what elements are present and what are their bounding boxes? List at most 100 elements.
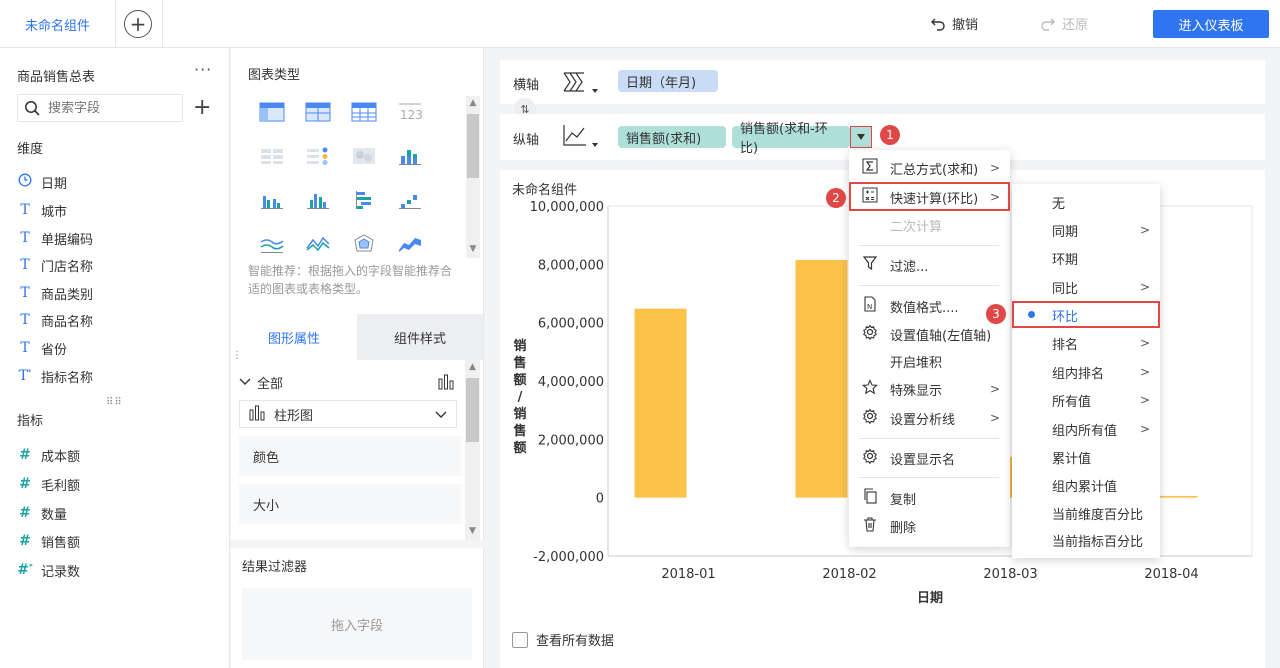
size-property[interactable]: 大小 <box>239 484 461 524</box>
property-scrollbar[interactable]: ▲ ▼ <box>465 360 480 540</box>
area-line-icon[interactable] <box>249 228 295 260</box>
property-tabs: 图形属性 组件样式 <box>231 314 484 360</box>
pill-dropdown-button[interactable] <box>850 126 872 148</box>
text-table-icon[interactable] <box>249 140 295 172</box>
field-city[interactable]: T 城市 <box>17 198 67 222</box>
y-axis-sales-mom-pill[interactable]: 销售额(求和-环比) <box>732 122 850 156</box>
quick-calc-prev-period[interactable]: 环期 <box>1012 244 1160 272</box>
x-axis-date-pill[interactable]: 日期（年月) <box>618 70 718 92</box>
redo-button[interactable]: 还原 <box>1040 14 1088 33</box>
chart-type-scrollbar[interactable]: ▲ ▼ <box>466 96 480 258</box>
checkbox-box[interactable] <box>512 631 528 648</box>
scrollbar-thumb[interactable] <box>467 114 479 178</box>
svg-text:123: 123 <box>400 108 423 122</box>
field-doc-code[interactable]: T 单据编码 <box>17 226 93 250</box>
menu-delete[interactable]: 删除 <box>849 512 1010 540</box>
table-group-icon[interactable] <box>249 96 295 128</box>
field-cost[interactable]: # 成本额 <box>17 443 80 467</box>
dot-table-icon[interactable] <box>295 140 341 172</box>
field-product-name[interactable]: T 商品名称 <box>17 308 93 332</box>
menu-aggregation[interactable]: 汇总方式(求和) > <box>849 154 1010 182</box>
more-icon[interactable]: ··· <box>194 60 212 79</box>
field-date[interactable]: 日期 <box>17 170 67 194</box>
add-field-button[interactable]: + <box>193 94 211 122</box>
undo-button[interactable]: 撤销 <box>930 14 978 33</box>
menu-label: 排名 <box>1052 337 1079 353</box>
radar-icon[interactable] <box>341 228 387 260</box>
menu-analysis-line[interactable]: 设置分析线 > <box>849 404 1010 432</box>
line-chart-icon[interactable] <box>295 228 341 260</box>
stacked-bar-icon[interactable] <box>387 140 433 172</box>
menu-filter[interactable]: 过滤... <box>849 251 1010 279</box>
filter-drop-zone[interactable]: 拖入字段 <box>242 588 472 660</box>
scroll-up-icon[interactable]: ▲ <box>465 362 480 372</box>
scroll-down-icon[interactable]: ▼ <box>465 526 480 536</box>
menu-label: 开启堆积 <box>890 355 943 371</box>
resize-handle[interactable]: ⠿⠿ <box>106 397 123 408</box>
all-series-row[interactable]: 全部 <box>239 370 457 394</box>
menu-value-axis[interactable]: 设置值轴(左值轴) <box>849 320 1010 348</box>
menu-label: 数值格式.... <box>890 300 959 316</box>
field-store-name[interactable]: T 门店名称 <box>17 253 93 277</box>
field-sales[interactable]: # 销售额 <box>17 529 80 553</box>
menu-display-name[interactable]: 设置显示名 <box>849 444 1010 472</box>
menu-copy[interactable]: 复制 <box>849 484 1010 512</box>
clock-icon <box>17 173 33 191</box>
chevron-down-icon <box>434 405 448 427</box>
scroll-up-icon[interactable]: ▲ <box>466 98 480 108</box>
kpi-number-icon[interactable]: 123 <box>387 96 433 128</box>
sigma-icon <box>861 158 879 178</box>
color-property[interactable]: 颜色 <box>239 436 461 476</box>
y-axis-sales-sum-pill[interactable]: 销售额(求和) <box>618 126 726 148</box>
table-detail-icon[interactable] <box>295 96 341 128</box>
horizontal-bar-icon[interactable] <box>341 184 387 216</box>
search-input[interactable] <box>48 100 168 116</box>
enter-dashboard-button[interactable]: 进入仪表板 <box>1153 10 1269 38</box>
quick-calc-measure-percent[interactable]: 当前指标百分比 <box>1012 526 1160 554</box>
quick-calc-group-rank[interactable]: 组内排名 > <box>1012 358 1160 386</box>
tab-graphic-properties[interactable]: 图形属性 <box>231 314 357 360</box>
field-record-count[interactable]: #* 记录数 <box>17 558 80 582</box>
area-chart-icon[interactable] <box>387 228 433 260</box>
quick-calc-yoy[interactable]: 同比 > <box>1012 273 1160 301</box>
add-tab-button[interactable]: + <box>124 10 152 38</box>
quick-calc-group-cumulative[interactable]: 组内累计值 <box>1012 471 1160 499</box>
field-province[interactable]: T 省份 <box>17 336 67 360</box>
text-type-icon: T <box>20 340 30 356</box>
redo-icon <box>1041 18 1055 31</box>
gear-icon <box>861 324 879 344</box>
field-quantity[interactable]: # 数量 <box>17 501 67 525</box>
chart-kind-select[interactable]: 柱形图 <box>239 400 457 428</box>
field-category[interactable]: T 商品类别 <box>17 281 93 305</box>
x-axis-type-icon[interactable] <box>562 69 602 101</box>
quick-calc-all-values[interactable]: 所有值 > <box>1012 386 1160 414</box>
panel-resize-handle[interactable]: ⋮ <box>232 350 242 361</box>
quick-calc-rank[interactable]: 排名 > <box>1012 329 1160 357</box>
menu-secondary-calc[interactable]: 二次计算 <box>849 211 1010 239</box>
show-all-data-checkbox[interactable]: 查看所有数据 <box>512 630 614 649</box>
menu-enable-stack[interactable]: 开启堆积 <box>849 347 1010 375</box>
menu-label: 当前维度百分比 <box>1052 507 1144 523</box>
quick-calc-same-period[interactable]: 同期 > <box>1012 216 1160 244</box>
multi-bar-icon[interactable] <box>295 184 341 216</box>
menu-label: 设置显示名 <box>890 452 956 468</box>
table-cross-icon[interactable] <box>341 96 387 128</box>
quick-calc-dim-percent[interactable]: 当前维度百分比 <box>1012 499 1160 527</box>
tab-component[interactable]: 未命名组件 <box>0 0 116 48</box>
tab-component-style[interactable]: 组件样式 <box>357 314 483 360</box>
svg-text:N: N <box>867 303 872 311</box>
field-gross-profit[interactable]: # 毛利额 <box>17 472 80 496</box>
quick-calc-cumulative[interactable]: 累计值 <box>1012 443 1160 471</box>
group-bar-icon[interactable] <box>249 184 295 216</box>
scroll-down-icon[interactable]: ▼ <box>466 244 480 254</box>
field-indicator-name[interactable]: T* 指标名称 <box>17 364 93 388</box>
y-axis-type-icon[interactable] <box>562 123 602 155</box>
menu-special-display[interactable]: 特殊显示 > <box>849 375 1010 403</box>
quick-calc-group-all-values[interactable]: 组内所有值 > <box>1012 415 1160 443</box>
quick-calc-none[interactable]: 无 <box>1012 188 1160 216</box>
y-axis-title-char: / <box>518 390 523 405</box>
waterfall-icon[interactable] <box>387 184 433 216</box>
scrollbar-thumb[interactable] <box>466 378 479 442</box>
heatmap-icon[interactable] <box>341 140 387 172</box>
text-type-icon: T <box>20 285 30 301</box>
